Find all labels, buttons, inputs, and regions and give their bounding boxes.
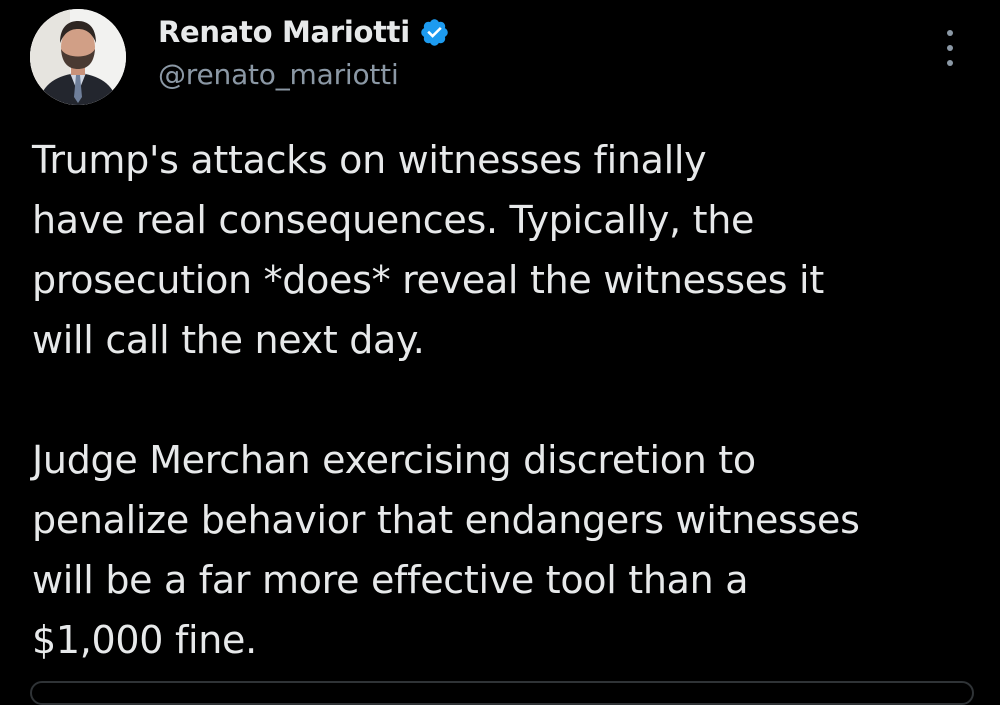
- embedded-card-edge[interactable]: [30, 681, 974, 705]
- more-options-icon[interactable]: [938, 30, 962, 66]
- tweet-line: will be a far more effective tool than a: [32, 558, 749, 602]
- tweet-line: will call the next day.: [32, 318, 425, 362]
- author-handle[interactable]: @renato_mariotti: [158, 58, 399, 91]
- tweet-paragraph: Judge Merchan exercising discretion to p…: [32, 430, 982, 670]
- tweet: Renato Mariotti @renato_mariotti Trump's…: [0, 0, 1000, 705]
- avatar[interactable]: [30, 9, 126, 105]
- tweet-line: Judge Merchan exercising discretion to: [32, 438, 756, 482]
- tweet-line: Trump's attacks on witnesses finally: [32, 138, 707, 182]
- tweet-line: have real consequences. Typically, the: [32, 198, 755, 242]
- author-name-row: Renato Mariotti: [158, 12, 450, 52]
- avatar-image: [30, 9, 126, 105]
- tweet-paragraph: Trump's attacks on witnesses finally hav…: [32, 130, 982, 370]
- tweet-line: penalize behavior that endangers witness…: [32, 498, 860, 542]
- verified-badge-icon: [419, 17, 450, 48]
- tweet-line: prosecution *does* reveal the witnesses …: [32, 258, 824, 302]
- tweet-text: Trump's attacks on witnesses finally hav…: [32, 130, 982, 670]
- tweet-line: $1,000 fine.: [32, 618, 257, 662]
- author-display-name[interactable]: Renato Mariotti: [158, 15, 410, 49]
